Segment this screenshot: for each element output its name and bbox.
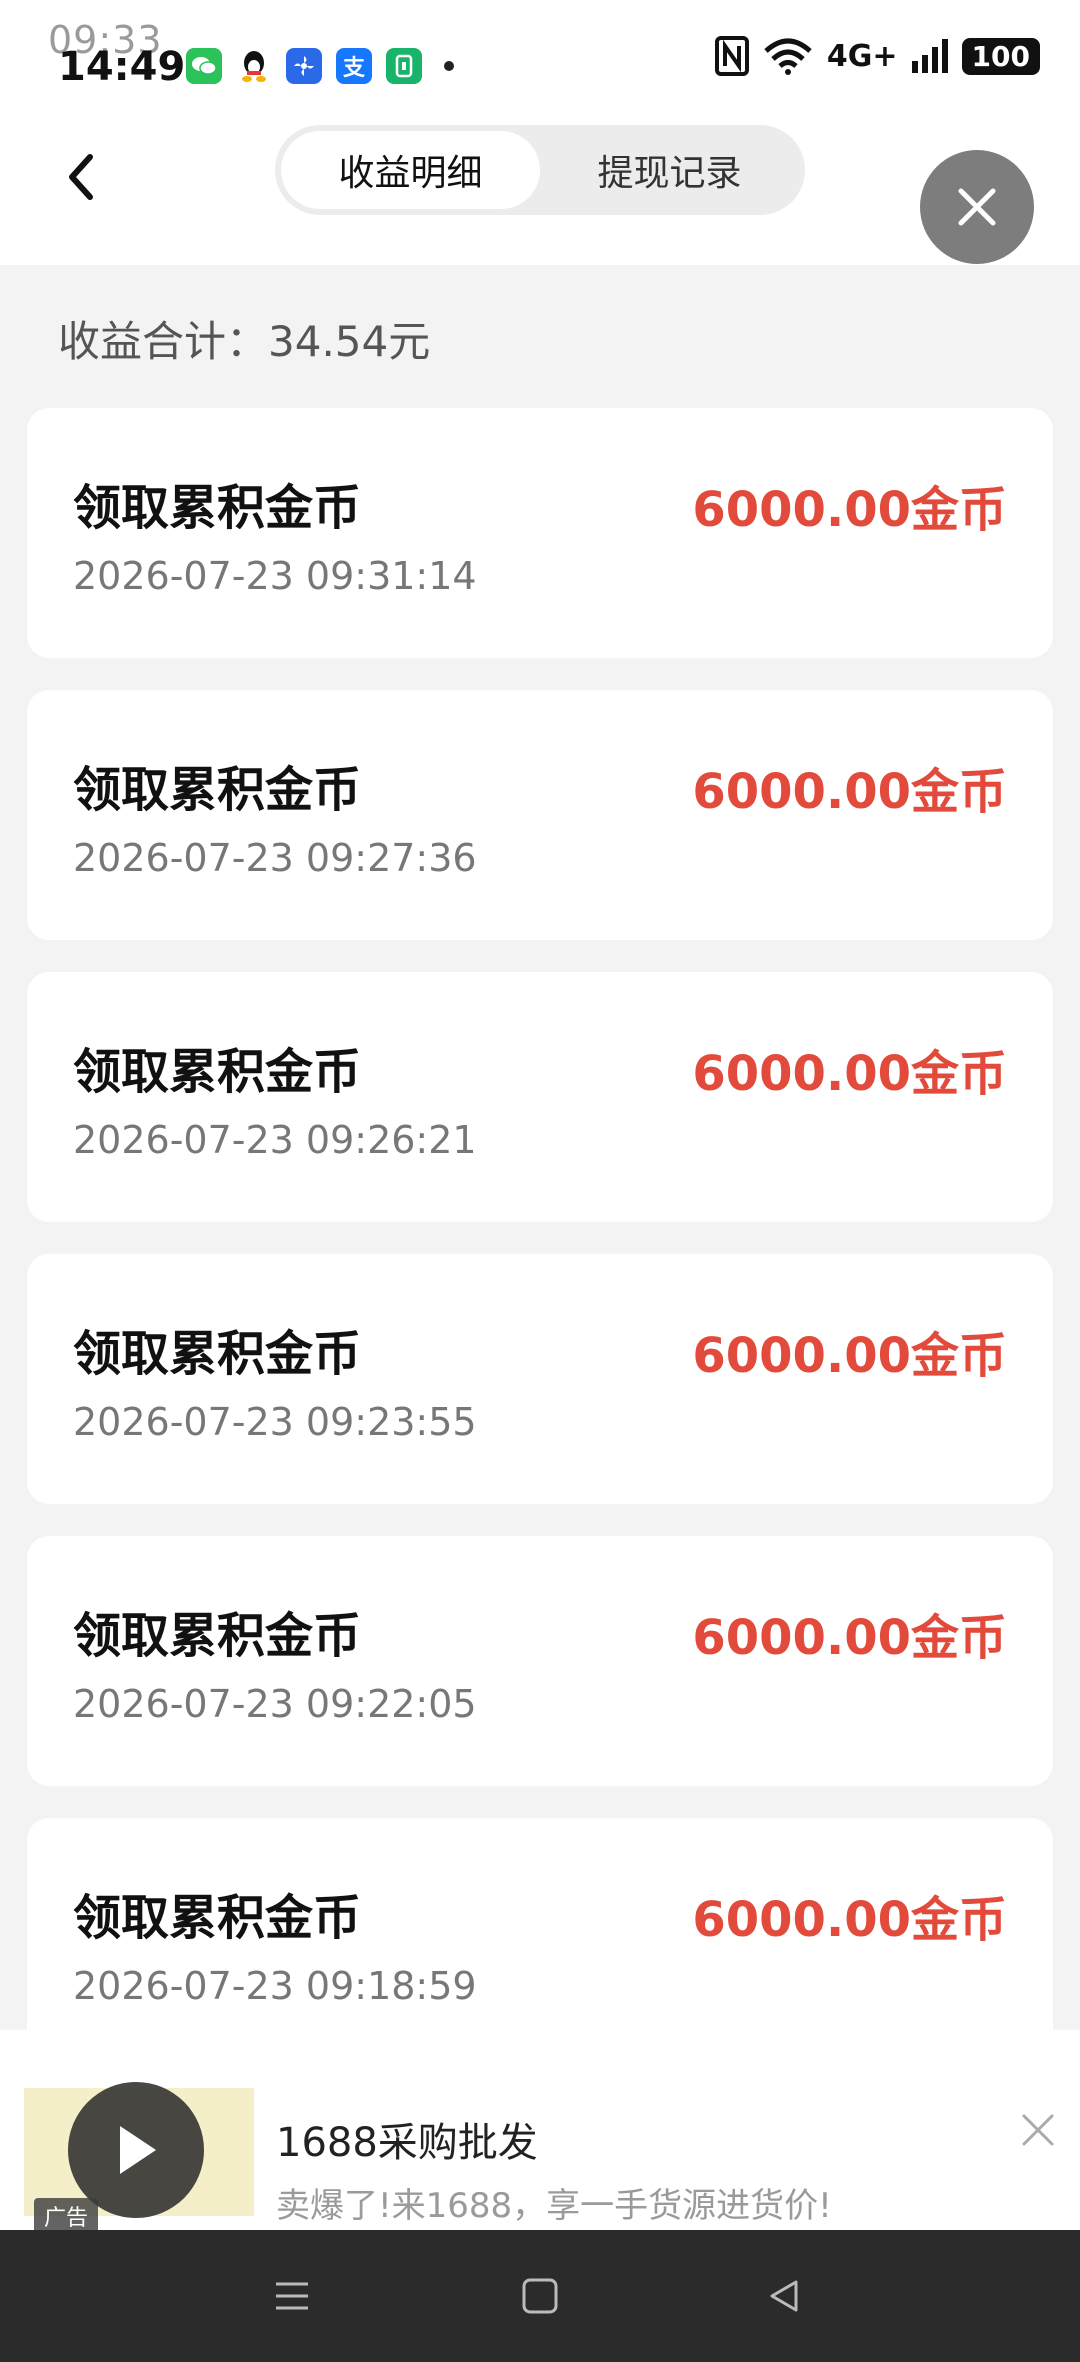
record-title: 领取累积金币: [73, 762, 362, 818]
back-nav-button[interactable]: [724, 2230, 844, 2362]
triangle-back-icon: [770, 2280, 798, 2312]
ad-banner[interactable]: 广告 1688采购批发 卖爆了!来1688，享一手货源进货价!: [0, 2030, 1080, 2234]
qq-icon: [236, 48, 272, 84]
record-title: 领取累积金币: [73, 480, 362, 536]
status-time: 14:49: [58, 44, 186, 90]
record-amount: 6000.00金币: [692, 1892, 1007, 1948]
play-icon: [120, 2126, 156, 2174]
home-icon: [522, 2278, 558, 2314]
record-amount: 6000.00金币: [692, 1046, 1007, 1102]
close-button[interactable]: [920, 150, 1034, 264]
system-nav-bar: [0, 2230, 1080, 2362]
network-type: 4G+: [826, 38, 898, 74]
record-card[interactable]: 领取累积金币 2026-07-23 09:26:21 6000.00金币: [27, 972, 1053, 1222]
ad-badge: 广告: [34, 2198, 99, 2234]
fan-app-icon: [286, 48, 322, 84]
record-date: 2026-07-23 09:27:36: [73, 836, 477, 880]
record-date: 2026-07-23 09:26:21: [73, 1118, 477, 1162]
record-amount: 6000.00金币: [692, 482, 1007, 538]
page-header: 收益明细 提现记录: [0, 125, 1080, 265]
record-date: 2026-07-23 09:23:55: [73, 1400, 477, 1444]
battery-level: 100: [961, 37, 1040, 75]
home-button[interactable]: [480, 2230, 600, 2362]
record-amount: 6000.00金币: [692, 1610, 1007, 1666]
more-notifications-dot: [444, 61, 454, 71]
phone-manager-icon: [386, 48, 422, 84]
record-card[interactable]: 领取累积金币 2026-07-23 09:22:05 6000.00金币: [27, 1536, 1053, 1786]
ad-close-button[interactable]: [1018, 2110, 1058, 2150]
record-amount: 6000.00金币: [692, 1328, 1007, 1384]
wechat-icon: [186, 48, 222, 84]
record-title: 领取累积金币: [73, 1326, 362, 1382]
menu-icon: [276, 2282, 308, 2310]
nfc-icon: [714, 36, 749, 76]
ad-subtitle[interactable]: 卖爆了!来1688，享一手货源进货价!: [276, 2178, 832, 2227]
back-button[interactable]: [62, 147, 98, 219]
notification-icons: 支: [186, 48, 454, 84]
record-title: 领取累积金币: [73, 1890, 362, 1946]
close-icon: [958, 188, 996, 226]
status-indicators: 4G+ 100: [714, 36, 1040, 76]
tab-switcher: 收益明细 提现记录: [275, 125, 805, 215]
close-icon: [1022, 2114, 1054, 2146]
record-title: 领取累积金币: [73, 1044, 362, 1100]
earnings-total: 收益合计：34.54元: [58, 317, 431, 366]
record-date: 2026-07-23 09:22:05: [73, 1682, 477, 1726]
menu-button[interactable]: [232, 2230, 352, 2362]
tab-withdraw-records[interactable]: 提现记录: [540, 131, 799, 209]
tab-earnings-detail[interactable]: 收益明细: [281, 131, 540, 209]
signal-bars-icon: [911, 39, 948, 73]
ad-title[interactable]: 1688采购批发: [276, 2110, 538, 2168]
record-card[interactable]: 领取累积金币 2026-07-23 09:31:14 6000.00金币: [27, 408, 1053, 658]
wifi-icon: [764, 38, 812, 75]
record-title: 领取累积金币: [73, 1608, 362, 1664]
chevron-left-icon: [69, 154, 93, 200]
record-amount: 6000.00金币: [692, 764, 1007, 820]
record-card[interactable]: 领取累积金币 2026-07-23 09:27:36 6000.00金币: [27, 690, 1053, 940]
alipay-icon: 支: [336, 48, 372, 84]
status-bar: 09:33 14:49 支 4G+ 100: [0, 0, 1080, 125]
record-card[interactable]: 领取累积金币 2026-07-23 09:23:55 6000.00金币: [27, 1254, 1053, 1504]
record-date: 2026-07-23 09:18:59: [73, 1964, 477, 2008]
record-date: 2026-07-23 09:31:14: [73, 554, 477, 598]
